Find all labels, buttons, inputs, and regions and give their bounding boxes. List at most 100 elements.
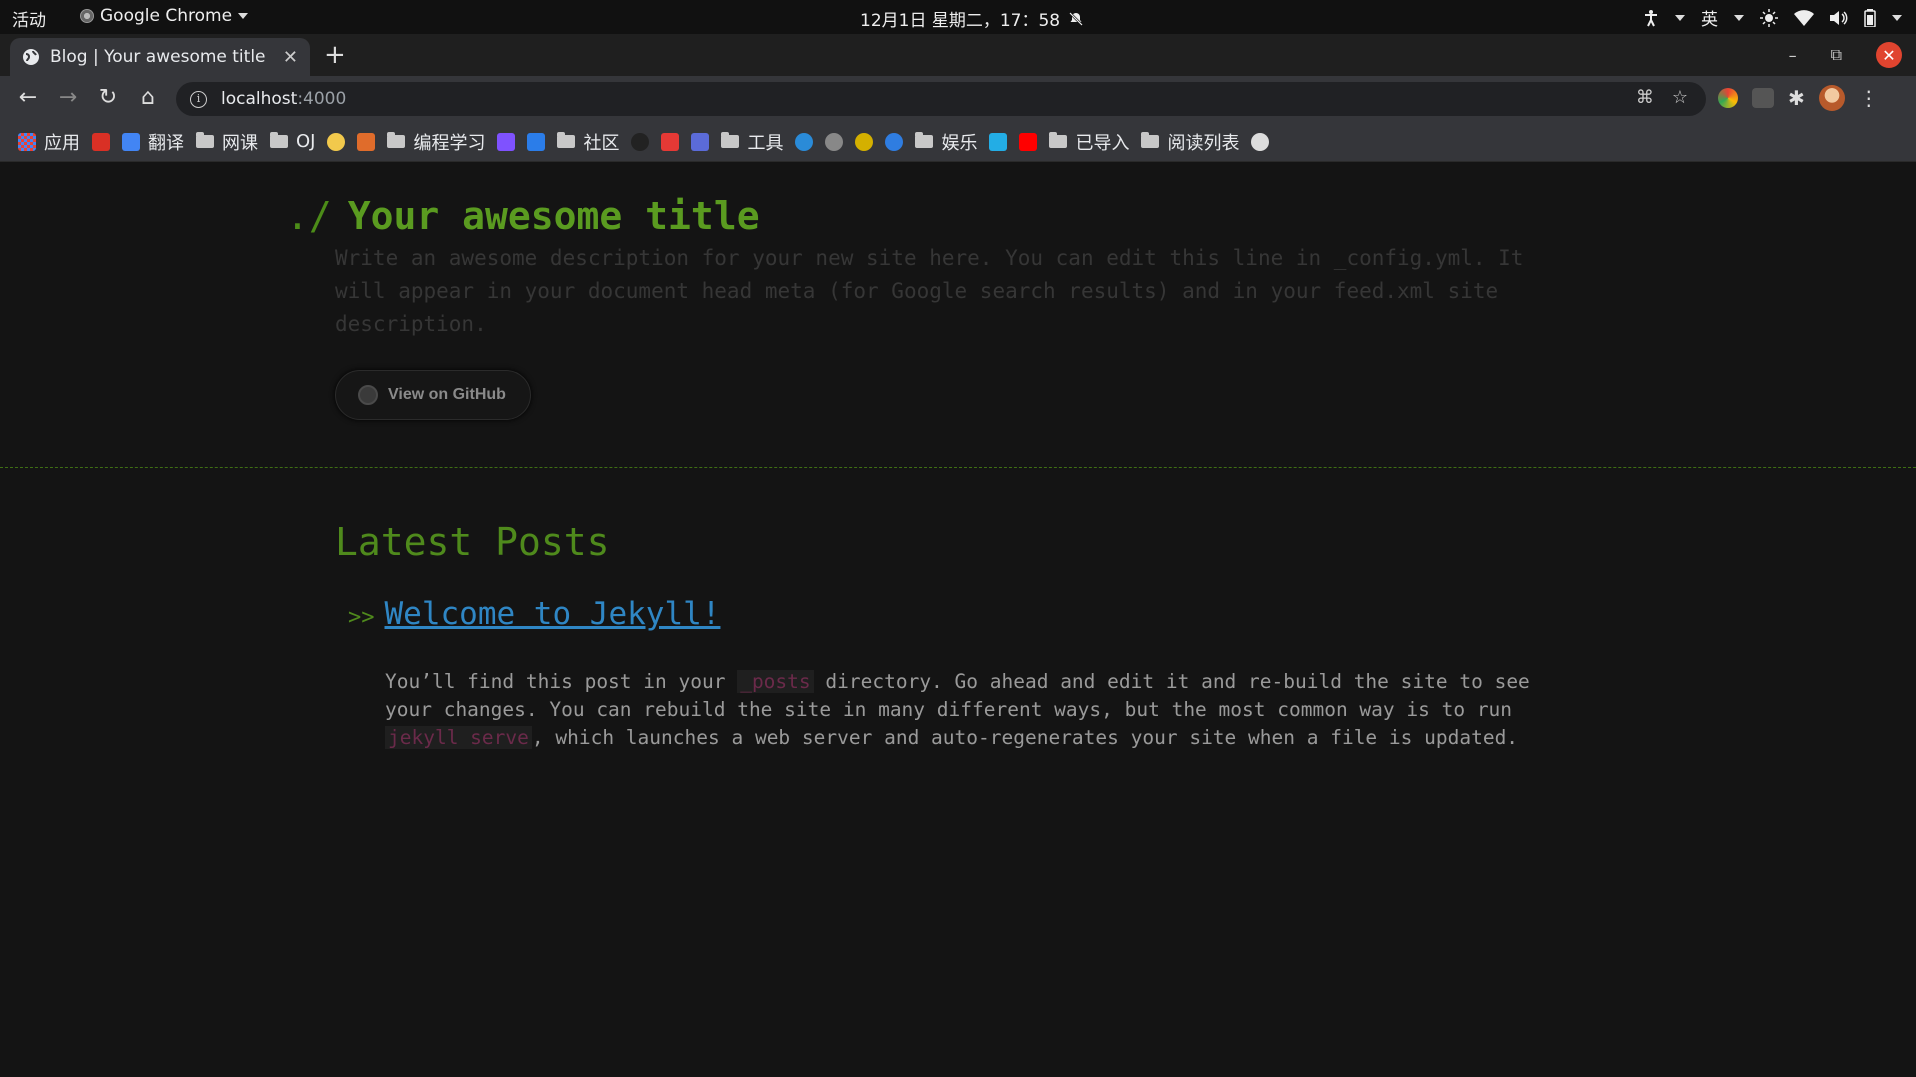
github-icon <box>631 132 650 151</box>
compass-icon <box>885 132 904 151</box>
smiley-icon <box>327 132 346 151</box>
code-jekyll-serve: jekyll serve <box>385 726 532 749</box>
tab-blog[interactable]: Blog | Your awesome title ✕ <box>10 38 310 76</box>
bookmark-label: 娱乐 <box>941 132 978 154</box>
title-prompt: ./ <box>286 194 332 238</box>
bookmark-item[interactable]: OJ <box>270 131 315 152</box>
bookmark-item[interactable]: 编程学习 <box>387 129 485 155</box>
globe-icon <box>1251 132 1270 151</box>
back-button[interactable]: ← <box>14 85 42 110</box>
activities-button[interactable]: 活动 <box>12 6 46 31</box>
dark-mode-extension-icon[interactable] <box>1718 88 1738 108</box>
apps-grid-icon <box>18 132 36 151</box>
battery-icon <box>1864 8 1876 27</box>
site-info-icon[interactable]: i <box>190 90 207 108</box>
bookmark-item[interactable] <box>631 132 650 151</box>
flame-icon <box>357 132 376 151</box>
gmail-icon <box>92 132 110 151</box>
bookmark-item[interactable]: 社区 <box>557 129 619 155</box>
accessibility-icon[interactable] <box>1643 9 1659 27</box>
bookmark-item[interactable]: 应用 <box>18 129 80 155</box>
address-bar[interactable]: i localhost:4000 ⌘ ☆ <box>176 82 1706 116</box>
app-menu[interactable]: Google Chrome <box>80 6 249 26</box>
app-name: Google Chrome <box>100 6 233 26</box>
github-icon <box>358 385 378 405</box>
bookmark-item[interactable] <box>825 132 844 151</box>
bookmark-item[interactable]: 阅读列表 <box>1141 129 1239 155</box>
datetime: 12月1日 星期二，17：58 <box>860 11 1061 31</box>
bookmark-item[interactable] <box>92 132 110 151</box>
bookmark-item[interactable] <box>691 132 710 151</box>
bookmark-item[interactable] <box>795 132 814 151</box>
translate-icon <box>122 132 140 151</box>
input-method[interactable]: 英 <box>1701 5 1718 30</box>
folder-icon <box>1049 132 1068 148</box>
new-tab-button[interactable]: + <box>324 40 346 70</box>
menu-kebab-icon[interactable]: ⋮ <box>1859 86 1879 110</box>
view-on-github-button[interactable]: View on GitHub <box>335 370 531 420</box>
folder-icon <box>721 132 740 148</box>
bookmark-item[interactable] <box>661 132 680 151</box>
github-button-label: View on GitHub <box>388 386 506 403</box>
bing-icon <box>795 132 814 151</box>
excerpt-text: , which launches a web server and auto-r… <box>531 726 1519 749</box>
bookmark-label: 翻译 <box>148 132 184 154</box>
bookmark-item[interactable]: 已导入 <box>1049 129 1129 155</box>
post-title: >> Welcome to Jekyll! <box>348 596 720 632</box>
chevron-down-icon <box>1734 14 1744 21</box>
bookmark-item[interactable]: 翻译 <box>122 129 184 155</box>
home-button[interactable]: ⌂ <box>134 85 162 110</box>
excerpt-text: You’ll find this post in your <box>385 670 738 693</box>
bookmark-label: 网课 <box>222 132 258 154</box>
extensions-area: ✱ ⋮ <box>1718 85 1879 111</box>
chrome-icon <box>80 9 94 23</box>
chevron-down-icon <box>238 13 249 19</box>
yellow-mark-icon <box>855 132 874 151</box>
brightness-icon <box>1760 8 1778 27</box>
bookmark-item[interactable] <box>497 132 516 151</box>
system-tray[interactable]: 英 <box>1643 5 1902 30</box>
forward-button[interactable]: → <box>54 85 82 110</box>
bookmark-label: 阅读列表 <box>1167 132 1240 154</box>
extension-icon[interactable] <box>1752 88 1774 108</box>
bookmark-item[interactable] <box>989 132 1008 151</box>
bookmark-label: 工具 <box>747 132 784 154</box>
site-title[interactable]: ./ Your awesome title <box>286 194 760 238</box>
folder-icon <box>387 132 406 148</box>
bookmark-item[interactable]: 娱乐 <box>915 129 977 155</box>
bookmark-item[interactable] <box>327 132 346 151</box>
system-top-bar: 活动 Google Chrome 12月1日 星期二，17：58 英 <box>0 0 1916 34</box>
cat-icon <box>825 132 844 151</box>
profile-avatar[interactable] <box>1818 85 1845 111</box>
bookmark-item[interactable] <box>527 132 546 151</box>
bookmark-item[interactable]: 工具 <box>721 129 783 155</box>
tab-title: Blog | Your awesome title <box>50 47 266 67</box>
bookmarks-bar: 应用 翻译 网课 OJ 编程学习 社区 工具 娱乐 已导入 阅读列表 <box>0 122 1916 162</box>
bookmark-label: 应用 <box>44 132 80 154</box>
reload-button[interactable]: ↻ <box>94 85 122 110</box>
bookmark-label: 已导入 <box>1075 132 1130 154</box>
globe-icon <box>23 49 39 65</box>
close-tab-icon[interactable]: ✕ <box>283 47 298 68</box>
bookmark-item[interactable] <box>885 132 904 151</box>
maximize-button[interactable]: ⧉ <box>1831 45 1842 65</box>
bookmark-item[interactable] <box>357 132 376 151</box>
translate-icon[interactable]: ⌘ <box>1636 87 1654 108</box>
g-icon <box>661 132 680 151</box>
post-excerpt: You’ll find this post in your _posts dir… <box>385 668 1585 752</box>
chevron-down-icon <box>1892 14 1902 21</box>
clock[interactable]: 12月1日 星期二，17：58 <box>860 6 1084 31</box>
close-window-button[interactable]: ✕ <box>1876 42 1902 68</box>
bookmark-star-icon[interactable]: ☆ <box>1672 87 1688 108</box>
minimize-button[interactable]: – <box>1789 46 1797 65</box>
bookmark-item[interactable] <box>855 132 874 151</box>
post-link[interactable]: Welcome to Jekyll! <box>385 596 721 632</box>
latest-posts-heading: Latest Posts <box>335 520 610 564</box>
bilibili-icon <box>989 132 1008 151</box>
puzzle-extensions-icon[interactable]: ✱ <box>1788 86 1805 110</box>
volume-icon <box>1830 10 1848 25</box>
bookmark-item[interactable] <box>1019 132 1038 151</box>
window-controls: – ⧉ ✕ <box>1789 42 1902 68</box>
bookmark-item[interactable]: 网课 <box>196 129 258 155</box>
bookmark-item[interactable] <box>1251 132 1270 151</box>
